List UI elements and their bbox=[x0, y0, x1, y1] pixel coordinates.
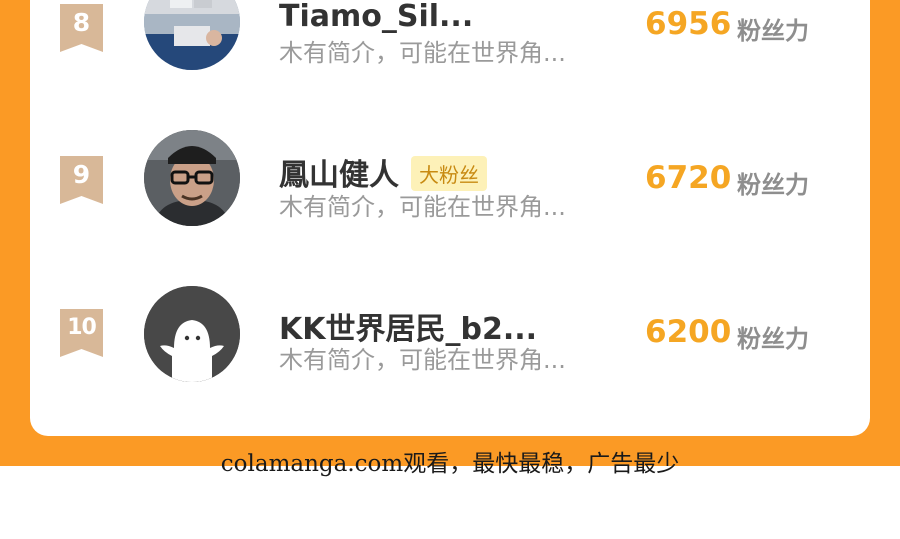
user-bio: 木有简介，可能在世界角... bbox=[279, 193, 566, 221]
photo-avatar-icon bbox=[144, 130, 240, 226]
rank-number: 9 bbox=[72, 160, 91, 189]
rank-badge: 9 bbox=[60, 156, 103, 204]
user-bio: 木有简介，可能在世界角... bbox=[279, 39, 566, 67]
fan-ranking-card: 8 Tiamo_Sil... 木有简介，可能在世界角... 6956 粉丝力 9… bbox=[30, 0, 870, 436]
photo-avatar-icon bbox=[144, 0, 240, 70]
default-user-avatar-icon bbox=[144, 286, 240, 382]
site-watermark: colamanga.com观看，最快最稳，广告最少 bbox=[220, 451, 680, 477]
fan-score: 6720 bbox=[645, 160, 732, 196]
fan-score-unit: 粉丝力 bbox=[737, 325, 809, 353]
fan-score: 6200 bbox=[645, 314, 732, 350]
user-name[interactable]: Tiamo_Sil... bbox=[279, 0, 473, 34]
fan-score: 6956 bbox=[645, 6, 732, 42]
rank-badge: 10 bbox=[60, 309, 103, 357]
fan-score-unit: 粉丝力 bbox=[737, 17, 809, 45]
rank-number: 10 bbox=[67, 315, 97, 340]
user-name-text: Tiamo_Sil... bbox=[279, 0, 474, 34]
ranking-row-10[interactable]: 10 KK世界居民_b2... 木有简介，可能在世界角... 6200 粉丝力 bbox=[30, 260, 870, 410]
ranking-row-9[interactable]: 9 鳳山健人 大粉丝 木有简介，可能在世界角... 6720 粉丝力 bbox=[30, 110, 870, 260]
fan-score-unit: 粉丝力 bbox=[737, 171, 809, 199]
rank-number: 8 bbox=[72, 8, 91, 37]
user-bio: 木有简介，可能在世界角... bbox=[279, 346, 566, 374]
big-fan-badge: 大粉丝 bbox=[411, 156, 487, 191]
rank-badge: 8 bbox=[60, 4, 103, 52]
user-avatar[interactable] bbox=[144, 130, 240, 226]
ranking-row-8[interactable]: 8 Tiamo_Sil... 木有简介，可能在世界角... 6956 粉丝力 bbox=[30, 0, 870, 110]
user-avatar[interactable] bbox=[144, 286, 240, 382]
user-avatar[interactable] bbox=[144, 0, 240, 70]
